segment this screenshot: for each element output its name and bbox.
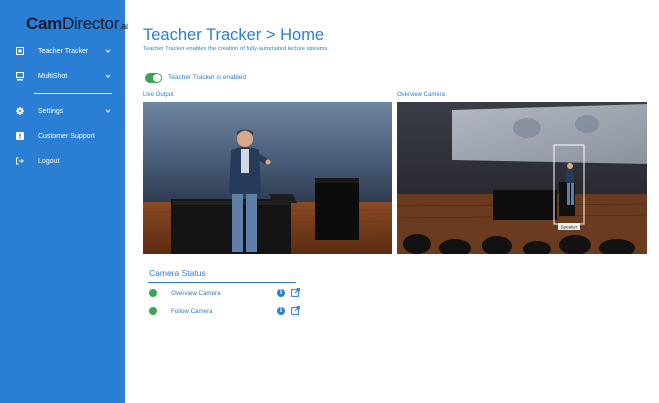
toggle-knob [153, 74, 161, 82]
chevron-down-icon [105, 109, 111, 113]
sidebar-item-label: MultiShot [38, 72, 68, 80]
camera-status-row: Follow Camera i [148, 305, 308, 317]
page-subtitle: Teacher Tracker enables the creation of … [143, 46, 329, 52]
monitor-icon [16, 71, 24, 80]
teacher-tracker-toggle[interactable] [145, 73, 162, 83]
sidebar-item-logout[interactable]: Logout [0, 152, 125, 170]
camera-name: Follow Camera [171, 308, 213, 315]
info-icon[interactable]: i [277, 307, 285, 315]
toggle-label: Teacher Tracker is enabled [168, 74, 247, 81]
sidebar-item-multishot[interactable]: MultiShot [0, 67, 125, 85]
live-output-video[interactable] [143, 102, 392, 254]
live-output-label: Live Output [143, 92, 174, 98]
logout-icon [16, 157, 24, 165]
grid-icon [16, 47, 24, 55]
brand-logo[interactable]: CamDirector.ai [26, 14, 128, 34]
sidebar-item-label: Customer Support [38, 132, 95, 140]
status-online-icon [149, 307, 157, 315]
overview-camera-video[interactable]: Speaker [397, 102, 647, 254]
sidebar-item-label: Logout [38, 157, 60, 165]
camera-status-underline [148, 282, 296, 283]
sidebar-item-settings[interactable]: Settings [0, 102, 125, 120]
speaker-figure [566, 163, 574, 205]
chevron-down-icon [105, 74, 111, 78]
sidebar: CamDirector.ai Teacher Tracker MultiShot… [0, 0, 128, 403]
exclamation-icon [16, 132, 24, 140]
status-online-icon [149, 289, 157, 297]
sidebar-item-teacher-tracker[interactable]: Teacher Tracker [0, 42, 125, 60]
chevron-down-icon [105, 49, 111, 53]
open-external-icon[interactable] [291, 306, 300, 315]
info-icon[interactable]: i [277, 289, 285, 297]
gear-icon [16, 107, 24, 115]
camera-status-title: Camera Status [149, 268, 206, 278]
open-external-icon[interactable] [291, 288, 300, 297]
overview-camera-label: Overview Camera [397, 92, 446, 98]
page-title: Teacher Tracker > Home [143, 26, 325, 44]
camera-status-row: Overview Camera i [148, 287, 308, 299]
sidebar-item-customer-support[interactable]: Customer Support [0, 127, 125, 145]
sidebar-item-label: Teacher Tracker [38, 47, 89, 55]
camera-name: Overview Camera [171, 290, 221, 297]
sidebar-item-label: Settings [38, 107, 64, 115]
sidebar-divider [34, 93, 112, 94]
tracking-box-label: Speaker [561, 225, 578, 230]
